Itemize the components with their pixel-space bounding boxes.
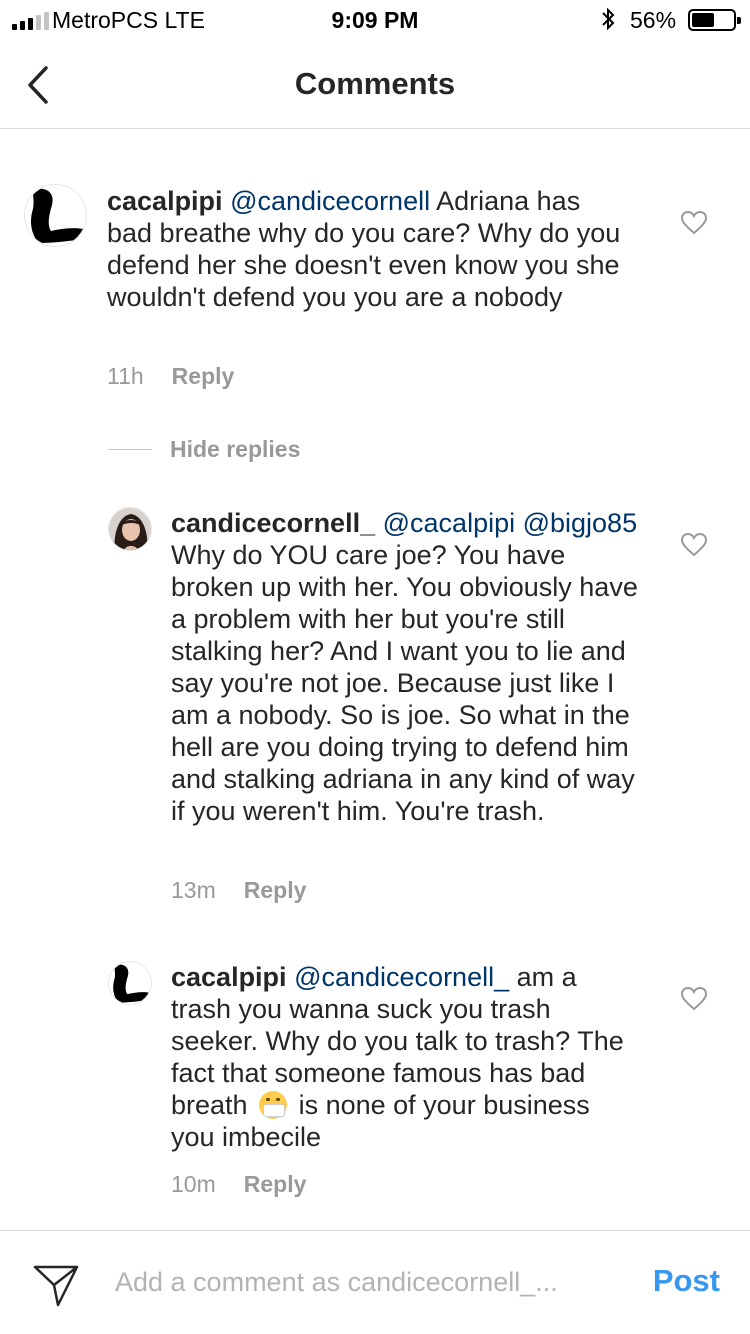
- bluetooth-icon: [602, 7, 615, 31]
- reply-button[interactable]: Reply: [244, 877, 307, 903]
- heart-icon[interactable]: [680, 210, 708, 236]
- comment-meta: 13m Reply: [171, 877, 306, 904]
- comment-meta: 10m Reply: [171, 1171, 306, 1198]
- comment-composer: Add a comment as candicecornell_... Post: [0, 1230, 750, 1334]
- comment-mention[interactable]: @cacalpipi @bigjo85: [383, 508, 637, 538]
- comment-body: cacalpipi @candicecornell Adriana has ba…: [107, 185, 627, 313]
- comment-mention[interactable]: @candicecornell_: [294, 962, 509, 992]
- avatar[interactable]: [108, 961, 152, 1005]
- comment-mention[interactable]: @candicecornell: [230, 186, 430, 216]
- nav-bar: Comments: [0, 40, 750, 129]
- avatar-image: [25, 185, 86, 246]
- battery-percent: 56%: [630, 7, 677, 33]
- comment-body: cacalpipi @candicecornell_ am a trash yo…: [171, 961, 631, 1153]
- heart-icon[interactable]: [680, 986, 708, 1012]
- post-button[interactable]: Post: [653, 1263, 720, 1299]
- comment-username[interactable]: cacalpipi: [107, 186, 223, 216]
- face-with-medical-mask-icon: [259, 1091, 288, 1119]
- comment-meta: 11h Reply: [107, 363, 234, 390]
- hide-replies-toggle[interactable]: Hide replies: [108, 434, 300, 464]
- comment-timestamp: 11h: [107, 363, 144, 389]
- comment-body: candicecornell_ @cacalpipi @bigjo85 Why …: [171, 507, 641, 827]
- comment-input[interactable]: Add a comment as candicecornell_...: [115, 1267, 558, 1298]
- battery-icon: [688, 9, 741, 31]
- avatar[interactable]: [24, 184, 87, 247]
- comment-username[interactable]: cacalpipi: [171, 962, 287, 992]
- avatar-image: [109, 508, 151, 550]
- reply-button[interactable]: Reply: [172, 363, 235, 389]
- comment-timestamp: 13m: [171, 877, 216, 903]
- status-bar: MetroPCS LTE 9:09 PM 56%: [0, 0, 750, 40]
- avatar-image: [109, 962, 151, 1004]
- divider: [108, 448, 152, 450]
- direct-send-icon[interactable]: [32, 1259, 80, 1309]
- hide-replies-label: Hide replies: [170, 435, 301, 462]
- avatar[interactable]: [108, 507, 152, 551]
- comment-text: Why do YOU care joe? You have broken up …: [171, 540, 638, 826]
- heart-icon[interactable]: [680, 532, 708, 558]
- comment-username[interactable]: candicecornell_: [171, 508, 375, 538]
- reply-button[interactable]: Reply: [244, 1171, 307, 1197]
- page-title: Comments: [294, 66, 456, 101]
- comment-timestamp: 10m: [171, 1171, 216, 1197]
